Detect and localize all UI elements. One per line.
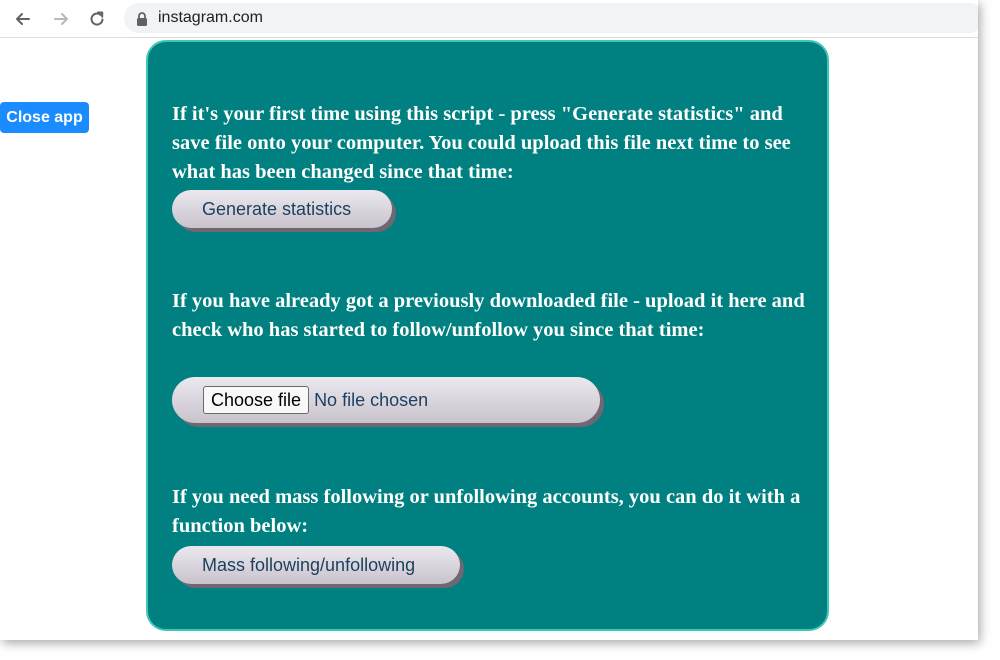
lock-icon — [137, 12, 147, 26]
generate-statistics-pill: Generate statistics — [172, 190, 392, 228]
file-status-text: No file chosen — [314, 389, 429, 410]
address-bar[interactable]: instagram.com — [124, 3, 978, 33]
generate-statistics-button[interactable]: Generate statistics — [202, 199, 351, 220]
forward-arrow-icon[interactable] — [48, 6, 74, 32]
browser-window: instagram.com Close app If it's your fir… — [0, 0, 978, 640]
back-arrow-icon[interactable] — [10, 6, 36, 32]
file-upload-pill: Choose file No file chosen — [172, 377, 600, 423]
upload-instructions: If you have already got a previously dow… — [172, 290, 805, 341]
mass-follow-pill: Mass following/unfollowing — [172, 546, 460, 584]
first-time-instructions: If it's your first time using this scrip… — [172, 103, 791, 183]
browser-toolbar: instagram.com — [0, 0, 978, 38]
reload-icon[interactable] — [84, 6, 110, 32]
choose-file-button[interactable]: Choose file — [203, 386, 310, 414]
close-app-button[interactable]: Close app — [0, 102, 89, 133]
mass-follow-instructions: If you need mass following or unfollowin… — [172, 486, 801, 537]
app-panel: If it's your first time using this scrip… — [146, 40, 829, 631]
mass-following-button[interactable]: Mass following/unfollowing — [202, 555, 415, 576]
url-text: instagram.com — [158, 9, 263, 26]
